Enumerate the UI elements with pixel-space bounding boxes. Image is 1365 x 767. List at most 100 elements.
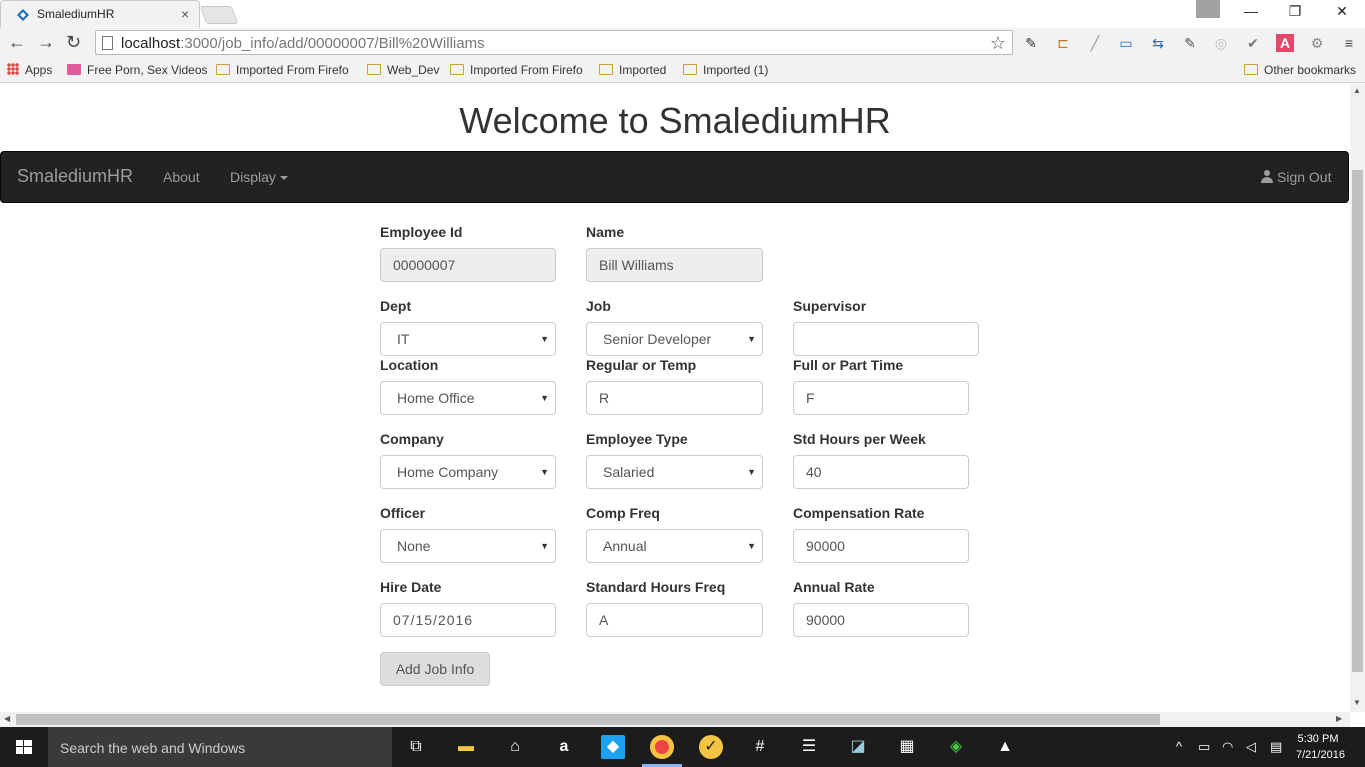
scroll-left-icon[interactable]: ◀ bbox=[4, 714, 10, 723]
nav-display-dropdown[interactable]: Display bbox=[230, 169, 288, 185]
amazon-icon[interactable]: a bbox=[552, 735, 576, 759]
profile-icon[interactable] bbox=[1196, 0, 1220, 18]
employee-id-label: Employee Id bbox=[380, 224, 463, 240]
url-text: localhost:3000/job_info/add/00000007/Bil… bbox=[121, 35, 485, 52]
user-icon bbox=[1261, 170, 1273, 183]
browser-tab[interactable]: SmalediumHR × bbox=[0, 0, 200, 28]
name-label: Name bbox=[586, 224, 625, 240]
comp-freq-select[interactable]: Annual ▼ bbox=[586, 529, 763, 563]
horizontal-scroll-thumb[interactable] bbox=[16, 714, 1160, 725]
brand-link[interactable]: SmalediumHR bbox=[17, 166, 133, 187]
dropdown-arrow-icon: ▼ bbox=[747, 334, 756, 344]
file-explorer-icon[interactable]: ▬ bbox=[454, 735, 478, 759]
search-placeholder: Search the web and Windows bbox=[60, 740, 246, 756]
page-content: Welcome to SmalediumHR SmalediumHR About… bbox=[0, 84, 1350, 712]
norton-icon[interactable]: ✓ bbox=[699, 735, 723, 759]
comp-rate-label: Compensation Rate bbox=[793, 505, 925, 521]
ruler-extension-icon[interactable]: ⊏ bbox=[1054, 34, 1072, 52]
std-hours-freq-input[interactable]: A bbox=[586, 603, 763, 637]
git-icon[interactable]: ◈ bbox=[944, 735, 968, 759]
scroll-down-icon[interactable]: ▼ bbox=[1353, 698, 1361, 707]
vertical-scroll-thumb[interactable] bbox=[1352, 170, 1363, 672]
start-button[interactable] bbox=[0, 727, 48, 767]
calculator-icon[interactable]: ▦ bbox=[895, 735, 919, 759]
eyedropper-extension-icon[interactable]: ✎ bbox=[1022, 34, 1040, 52]
a-extension-icon[interactable]: A bbox=[1276, 34, 1294, 52]
window-resizer-extension-icon[interactable]: ▭ bbox=[1117, 34, 1135, 52]
scroll-right-icon[interactable]: ▶ bbox=[1336, 714, 1342, 723]
officer-select[interactable]: None ▼ bbox=[380, 529, 556, 563]
close-window-button[interactable]: ✕ bbox=[1327, 3, 1357, 20]
bookmark-folder-web-dev[interactable]: Web_Dev bbox=[367, 63, 439, 77]
taskbar-search[interactable]: Search the web and Windows bbox=[48, 727, 392, 767]
site-navbar: SmalediumHR About Display Sign Out bbox=[0, 151, 1349, 203]
company-select[interactable]: Home Company ▼ bbox=[380, 455, 556, 489]
folder-icon bbox=[450, 64, 464, 75]
back-button[interactable]: ← bbox=[8, 32, 26, 52]
full-part-input[interactable]: F bbox=[793, 381, 969, 415]
volume-icon[interactable]: ◁ bbox=[1246, 739, 1256, 755]
tab-close-icon[interactable]: × bbox=[181, 6, 189, 22]
notes-icon[interactable]: ☰ bbox=[797, 735, 821, 759]
wifi-icon[interactable]: ◠ bbox=[1222, 739, 1233, 755]
location-select[interactable]: Home Office ▼ bbox=[380, 381, 556, 415]
comp-rate-input[interactable]: 90000 bbox=[793, 529, 969, 563]
check-extension-icon[interactable]: ✔ bbox=[1244, 34, 1262, 52]
annual-rate-input[interactable]: 90000 bbox=[793, 603, 969, 637]
nav-about-link[interactable]: About bbox=[163, 169, 200, 185]
employee-type-select[interactable]: Salaried ▼ bbox=[586, 455, 763, 489]
store-icon[interactable]: ⌂ bbox=[503, 735, 527, 759]
slack-icon[interactable]: # bbox=[748, 735, 772, 759]
dept-label: Dept bbox=[380, 298, 412, 314]
menu-icon[interactable]: ≡ bbox=[1340, 34, 1358, 52]
task-view-icon[interactable]: ⧉ bbox=[404, 735, 428, 759]
maximize-button[interactable]: ❐ bbox=[1280, 3, 1310, 20]
bookmark-star-icon[interactable]: ☆ bbox=[990, 33, 1006, 54]
gear-extension-icon[interactable]: ⚙ bbox=[1308, 34, 1326, 52]
minimize-button[interactable]: — bbox=[1236, 3, 1266, 19]
new-tab-button[interactable] bbox=[199, 6, 239, 24]
photos-icon[interactable]: ▲ bbox=[993, 735, 1017, 759]
sign-out-link[interactable]: Sign Out bbox=[1261, 169, 1331, 185]
pencil-extension-icon[interactable]: ╱ bbox=[1086, 34, 1104, 52]
address-bar[interactable]: localhost:3000/job_info/add/00000007/Bil… bbox=[95, 30, 1013, 55]
bookmark-folder-imported[interactable]: Imported bbox=[599, 63, 666, 77]
dept-select[interactable]: IT ▼ bbox=[380, 322, 556, 356]
notifications-icon[interactable]: ▤ bbox=[1270, 739, 1282, 755]
clock-time: 5:30 PM bbox=[1297, 733, 1339, 745]
vertical-scrollbar[interactable]: ▲ ▼ bbox=[1350, 84, 1365, 712]
bookmark-folder-imported-1[interactable]: Imported (1) bbox=[683, 63, 768, 77]
site-icon bbox=[67, 64, 81, 75]
folder-icon bbox=[1244, 64, 1258, 75]
hire-date-input[interactable]: 07/15/2016 bbox=[380, 603, 556, 637]
std-hours-input[interactable]: 40 bbox=[793, 455, 969, 489]
editor-icon[interactable]: ◪ bbox=[846, 735, 870, 759]
windows-taskbar: Search the web and Windows ⧉ ▬ ⌂ a ◆ ✓ #… bbox=[0, 727, 1365, 767]
bookmark-other[interactable]: Other bookmarks bbox=[1244, 63, 1356, 77]
scroll-up-icon[interactable]: ▲ bbox=[1353, 86, 1361, 95]
forward-button[interactable]: → bbox=[37, 32, 55, 52]
location-label: Location bbox=[380, 357, 439, 373]
add-job-info-button[interactable]: Add Job Info bbox=[380, 652, 490, 686]
horizontal-scrollbar[interactable]: ◀ ▶ bbox=[0, 712, 1350, 727]
std-hours-label: Std Hours per Week bbox=[793, 431, 926, 447]
bookmark-folder-imported-firefox-1[interactable]: Imported From Firefo bbox=[216, 63, 349, 77]
bookmark-apps[interactable]: Apps bbox=[7, 63, 52, 77]
battery-icon[interactable]: ▭ bbox=[1198, 739, 1210, 755]
bookmark-site[interactable]: Free Porn, Sex Videos bbox=[67, 63, 208, 77]
regular-temp-input[interactable]: R bbox=[586, 381, 763, 415]
color-picker-extension-icon[interactable]: ✎ bbox=[1181, 34, 1199, 52]
job-select[interactable]: Senior Developer ▼ bbox=[586, 322, 763, 356]
tray-chevron-icon[interactable]: ^ bbox=[1176, 739, 1182, 754]
employee-type-label: Employee Type bbox=[586, 431, 688, 447]
dropdown-arrow-icon: ▼ bbox=[540, 467, 549, 477]
reload-button[interactable]: ↻ bbox=[66, 32, 81, 52]
app-icon[interactable]: ◆ bbox=[601, 735, 625, 759]
react-extension-icon[interactable]: ◎ bbox=[1212, 34, 1230, 52]
bookmark-folder-imported-firefox-2[interactable]: Imported From Firefo bbox=[450, 63, 583, 77]
chrome-icon[interactable] bbox=[650, 735, 674, 759]
annual-rate-label: Annual Rate bbox=[793, 579, 875, 595]
arrows-extension-icon[interactable]: ⇆ bbox=[1149, 34, 1167, 52]
supervisor-input[interactable] bbox=[793, 322, 979, 356]
system-clock[interactable]: 5:30 PM 7/21/2016 bbox=[1296, 731, 1345, 763]
